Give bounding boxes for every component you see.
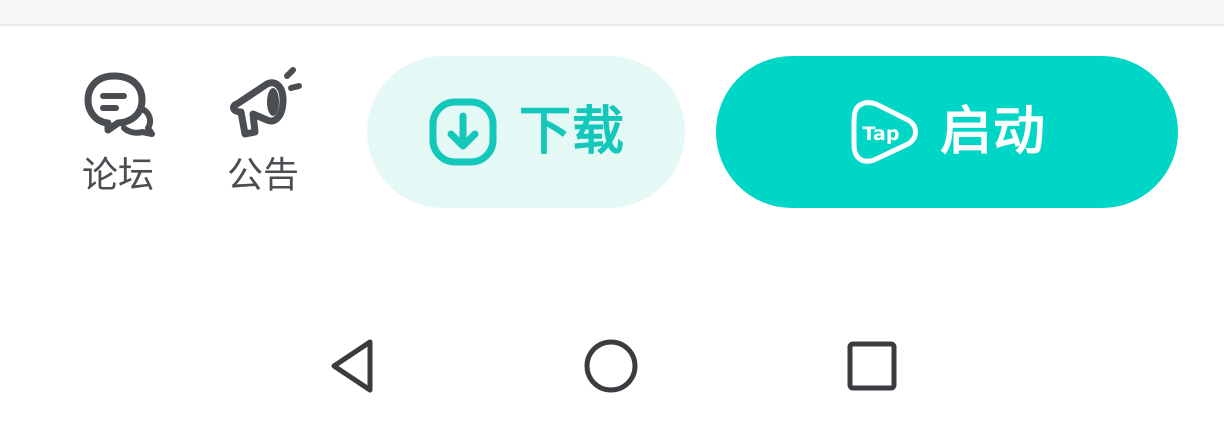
launch-label: 启动	[939, 102, 1046, 162]
top-divider-strip	[0, 0, 1224, 26]
notice-label: 公告	[226, 155, 299, 196]
recent-square-icon[interactable]	[840, 334, 904, 398]
home-circle-icon[interactable]	[579, 334, 643, 398]
system-navigation-bar	[0, 300, 1224, 433]
download-arrow-icon	[429, 98, 497, 166]
back-triangle-icon[interactable]	[320, 334, 384, 398]
notice-button[interactable]: 公告	[213, 66, 313, 206]
download-label: 下载	[518, 102, 625, 162]
launch-button[interactable]: Tap 启动	[716, 56, 1178, 208]
forum-chat-icon	[84, 72, 155, 137]
megaphone-icon	[230, 67, 302, 138]
tap-logo-text: Tap	[863, 123, 900, 145]
forum-button[interactable]: 论坛	[68, 66, 168, 206]
bottom-action-bar: 论坛 公告 下载 Tap 启动	[0, 26, 1224, 236]
tap-logo-icon: Tap	[851, 100, 918, 164]
forum-label: 论坛	[81, 155, 154, 196]
download-button[interactable]: 下载	[367, 56, 685, 208]
